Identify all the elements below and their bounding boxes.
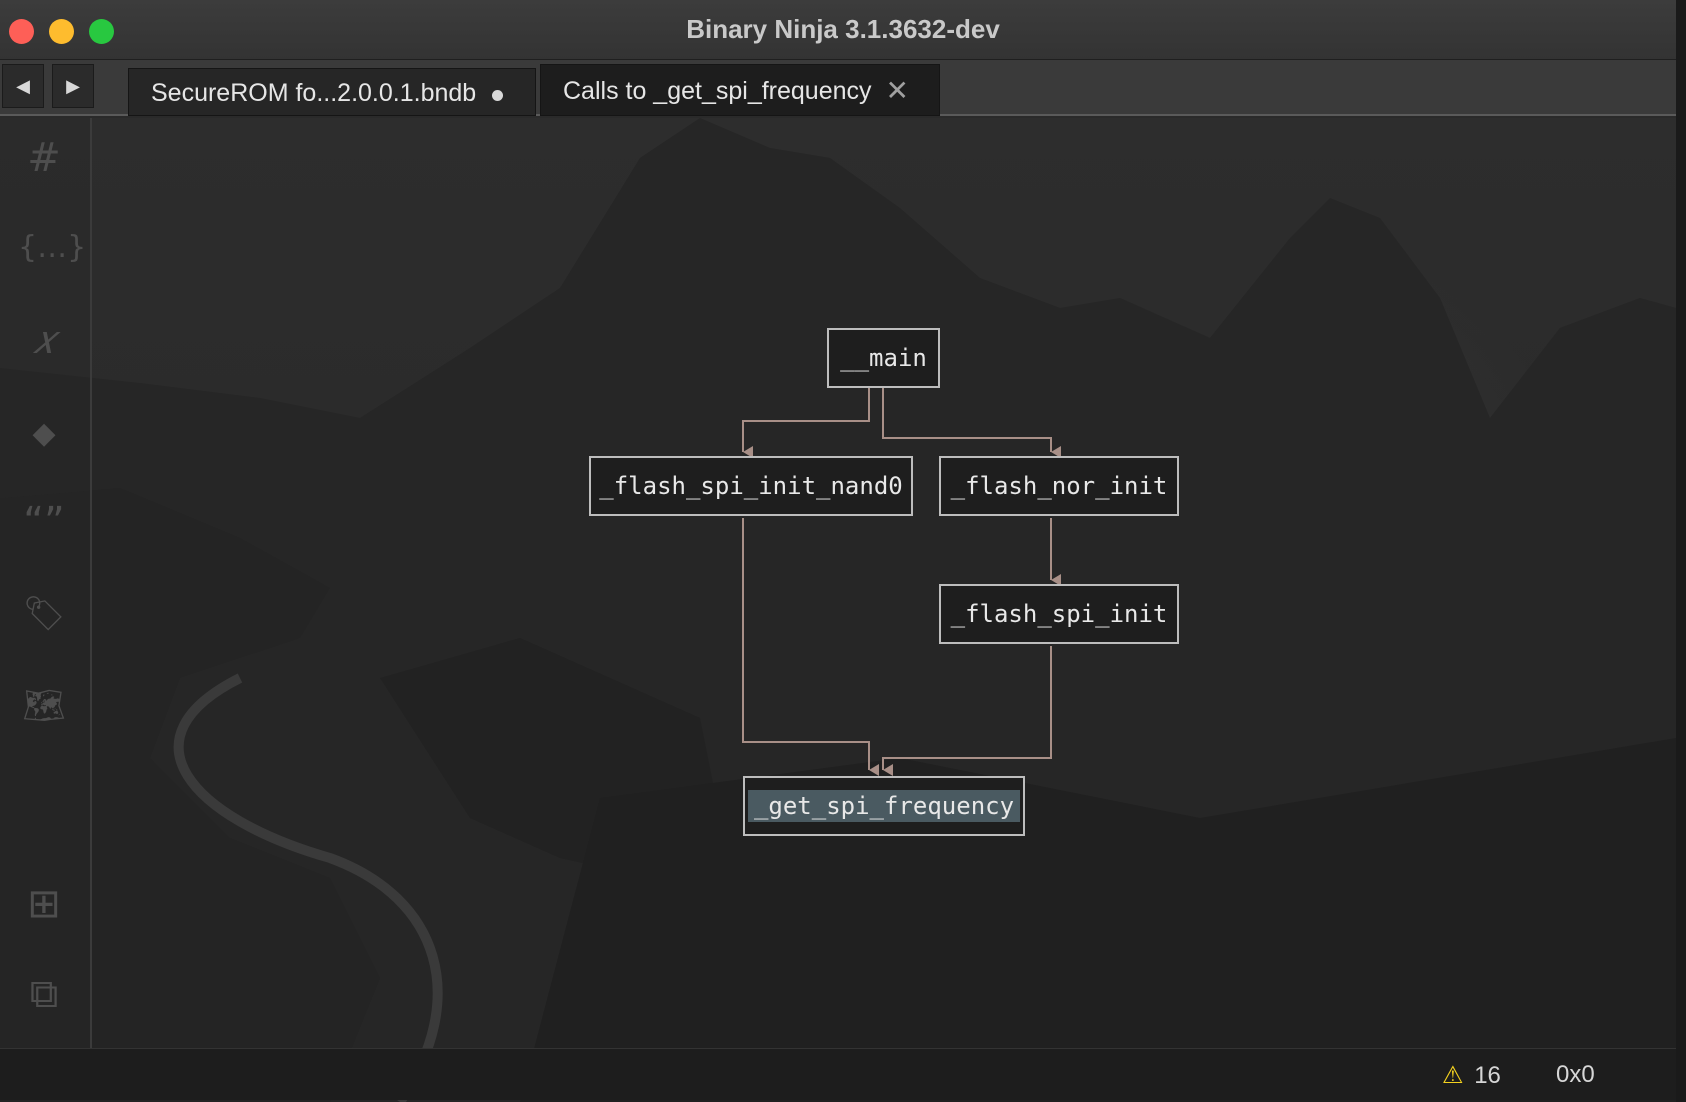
status-bar: ⚠ 16 0x0 bbox=[0, 1048, 1676, 1100]
warning-icon: ⚠ bbox=[1442, 1061, 1464, 1089]
tab-label: Calls to _get_spi_frequency bbox=[563, 77, 872, 105]
tab-calls-to-get-spi-frequency[interactable]: Calls to _get_spi_frequency ✕ bbox=[540, 64, 940, 116]
tab-securerom[interactable]: SecureROM fo...2.0.0.1.bndb bbox=[128, 68, 536, 116]
node-label: _flash_spi_init_nand0 bbox=[599, 472, 903, 500]
edge-nand-to-freq bbox=[742, 518, 879, 776]
graph-node-get-spi-frequency[interactable]: _get_spi_frequency bbox=[743, 776, 1025, 836]
back-button[interactable]: ◀ bbox=[2, 64, 44, 108]
warnings-count: 16 bbox=[1474, 1062, 1501, 1089]
call-graph[interactable]: __main _flash_spi_init_nand0 _flash_nor_… bbox=[0, 118, 1676, 1102]
back-arrow-icon: ◀ bbox=[16, 76, 30, 96]
app-window: Binary Ninja 3.1.3632-dev ◀ ▶ SecureROM … bbox=[0, 0, 1686, 1102]
node-label: _flash_nor_init bbox=[950, 472, 1168, 500]
graph-node-flash-nor-init[interactable]: _flash_nor_init bbox=[939, 456, 1179, 516]
forward-arrow-icon: ▶ bbox=[66, 76, 80, 96]
window-title: Binary Ninja 3.1.3632-dev bbox=[686, 14, 1000, 44]
title-bar[interactable]: Binary Ninja 3.1.3632-dev bbox=[0, 0, 1686, 60]
current-address[interactable]: 0x0 bbox=[1556, 1061, 1595, 1089]
graph-node-flash-spi-init[interactable]: _flash_spi_init bbox=[939, 584, 1179, 644]
edge-spi-to-freq bbox=[882, 646, 1052, 776]
edge-main-to-nand bbox=[742, 388, 870, 458]
node-label: _flash_spi_init bbox=[950, 600, 1168, 628]
close-tab-icon[interactable]: ✕ bbox=[886, 65, 909, 117]
node-label: _get_spi_frequency bbox=[747, 790, 1021, 822]
tab-label: SecureROM fo...2.0.0.1.bndb bbox=[151, 79, 477, 107]
forward-button[interactable]: ▶ bbox=[52, 64, 94, 108]
window-edge bbox=[1676, 0, 1686, 1102]
graph-view[interactable]: # {…} 𝑥 ◆ “” 🏷 🗺 ⊞ ⧉ __main _flash_spi_i… bbox=[0, 118, 1676, 1102]
node-label: __main bbox=[840, 344, 927, 372]
modified-dot-icon bbox=[492, 90, 503, 101]
tab-bar: ◀ ▶ SecureROM fo...2.0.0.1.bndb Calls to… bbox=[0, 60, 1686, 116]
call-graph-edges bbox=[742, 388, 1061, 776]
graph-node-flash-spi-init-nand0[interactable]: _flash_spi_init_nand0 bbox=[589, 456, 913, 516]
graph-node-main[interactable]: __main bbox=[827, 328, 940, 388]
edge-main-to-nor bbox=[882, 388, 1061, 458]
warnings-indicator[interactable]: ⚠ 16 bbox=[1442, 1061, 1501, 1090]
